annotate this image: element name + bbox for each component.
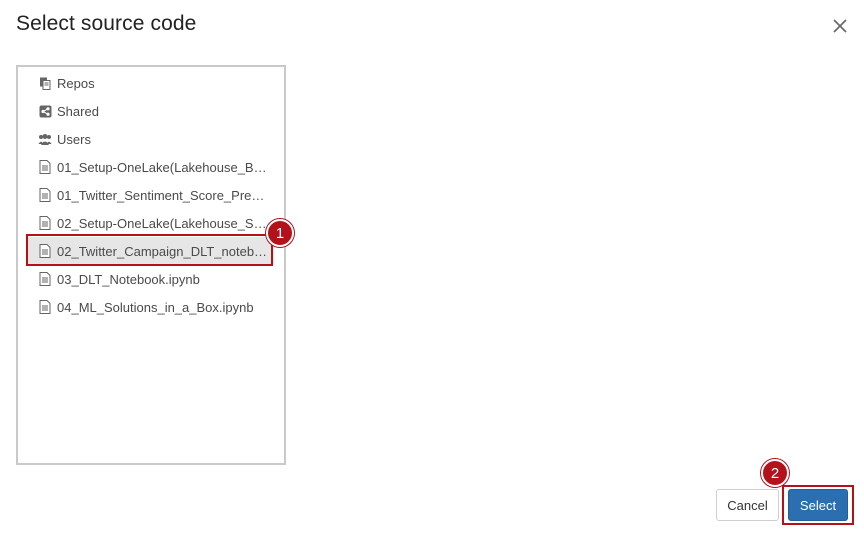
- shared-icon: [38, 104, 52, 118]
- tree-item-label: 01_Twitter_Sentiment_Score_Pred_...: [57, 187, 269, 203]
- tree-item-notebook-selected[interactable]: 02_Twitter_Campaign_DLT_notebo...: [26, 237, 274, 265]
- cancel-button[interactable]: Cancel: [716, 489, 779, 521]
- tree-item-repos[interactable]: Repos: [26, 69, 274, 97]
- tree-item-label: Repos: [57, 75, 95, 91]
- close-icon: [833, 19, 847, 33]
- tree-item-notebook[interactable]: 04_ML_Solutions_in_a_Box.ipynb: [26, 293, 274, 321]
- tree-item-label: 02_Setup-OneLake(Lakehouse_Silv...: [57, 215, 269, 231]
- notebook-file-icon: [38, 188, 52, 202]
- notebook-file-icon: [38, 272, 52, 286]
- select-button[interactable]: Select: [788, 489, 848, 521]
- tree-item-notebook[interactable]: 01_Setup-OneLake(Lakehouse_Bro...: [26, 153, 274, 181]
- source-tree-panel[interactable]: Repos Shared Users 01_Setup-OneLake(Lake…: [16, 65, 286, 465]
- tree-item-label: Users: [57, 131, 91, 147]
- tree-item-users[interactable]: Users: [26, 125, 274, 153]
- tree-item-label: 01_Setup-OneLake(Lakehouse_Bro...: [57, 159, 269, 175]
- repos-icon: [38, 76, 52, 90]
- select-source-code-dialog: Select source code Repos Shared Users 01…: [0, 0, 864, 540]
- close-button[interactable]: [828, 14, 852, 38]
- tree-item-label: 03_DLT_Notebook.ipynb: [57, 271, 200, 287]
- tree-item-shared[interactable]: Shared: [26, 97, 274, 125]
- step2-badge: 2: [761, 459, 789, 487]
- tree-item-notebook[interactable]: 02_Setup-OneLake(Lakehouse_Silv...: [26, 209, 274, 237]
- notebook-file-icon: [38, 160, 52, 174]
- dialog-title: Select source code: [16, 12, 197, 35]
- step1-badge: 1: [266, 219, 294, 247]
- tree-item-label: 02_Twitter_Campaign_DLT_notebo...: [57, 243, 269, 259]
- tree-item-label: Shared: [57, 103, 99, 119]
- notebook-file-icon: [38, 244, 52, 258]
- notebook-file-icon: [38, 216, 52, 230]
- users-icon: [38, 132, 52, 146]
- notebook-file-icon: [38, 300, 52, 314]
- tree-item-notebook[interactable]: 03_DLT_Notebook.ipynb: [26, 265, 274, 293]
- tree-item-notebook[interactable]: 01_Twitter_Sentiment_Score_Pred_...: [26, 181, 274, 209]
- tree-item-label: 04_ML_Solutions_in_a_Box.ipynb: [57, 299, 254, 315]
